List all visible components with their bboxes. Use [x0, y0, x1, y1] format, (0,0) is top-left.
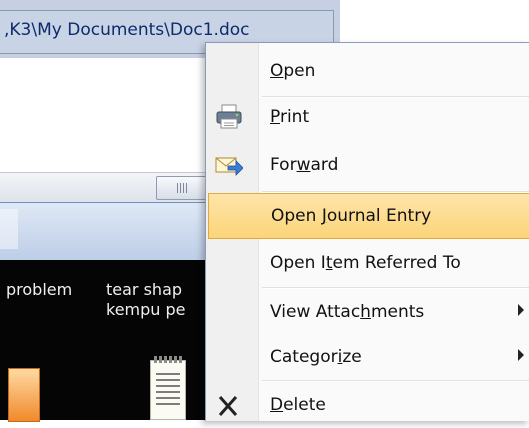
menu-item-open-item-referred-to[interactable]: Open Item Referred To [206, 240, 529, 286]
menu-item-view-attachments[interactable]: View Attachments [206, 289, 529, 335]
printer-icon [216, 104, 242, 129]
path-text: ,K3\My Documents\Doc1.doc [4, 20, 250, 40]
scrollbar-grip-icon [177, 183, 189, 193]
delete-x-icon [218, 396, 238, 416]
menu-item-open[interactable]: Open [206, 48, 529, 94]
message-text-1: problem [6, 280, 73, 299]
message-text-2: tear shap kempu pe [106, 280, 186, 320]
content-area [0, 58, 210, 172]
submenu-arrow-icon [518, 349, 524, 361]
menu-item-label: Categorize [270, 347, 362, 367]
menu-item-label: Open [270, 61, 316, 81]
context-menu: Open Print Forward Open Journal Entry Op… [205, 42, 529, 421]
message-preview-area: problem tear shap kempu pe [0, 260, 210, 422]
menu-item-forward[interactable]: Forward [206, 142, 529, 188]
menu-item-label: Delete [270, 395, 326, 415]
menu-item-categorize[interactable]: Categorize [206, 334, 529, 380]
document-icon[interactable] [8, 368, 40, 422]
menu-item-open-journal-entry[interactable]: Open Journal Entry [208, 193, 529, 239]
message-text-2-line2: kempu pe [106, 300, 186, 319]
submenu-arrow-icon [518, 304, 524, 316]
menu-item-label: Open Journal Entry [271, 206, 432, 226]
menu-item-print[interactable]: Print [206, 94, 529, 140]
menu-item-label: View Attachments [270, 302, 425, 322]
menu-item-delete[interactable]: Delete [206, 382, 529, 428]
forward-icon [215, 157, 243, 176]
message-text-2-line1: tear shap [106, 280, 183, 299]
horizontal-scrollbar[interactable] [0, 172, 210, 203]
menu-item-label: Forward [270, 155, 339, 175]
menu-item-label: Print [270, 107, 310, 127]
notepad-icon[interactable] [150, 356, 186, 420]
pane-header [0, 202, 210, 261]
menu-item-label: Open Item Referred To [270, 253, 461, 273]
scrollbar-thumb[interactable] [156, 176, 210, 200]
